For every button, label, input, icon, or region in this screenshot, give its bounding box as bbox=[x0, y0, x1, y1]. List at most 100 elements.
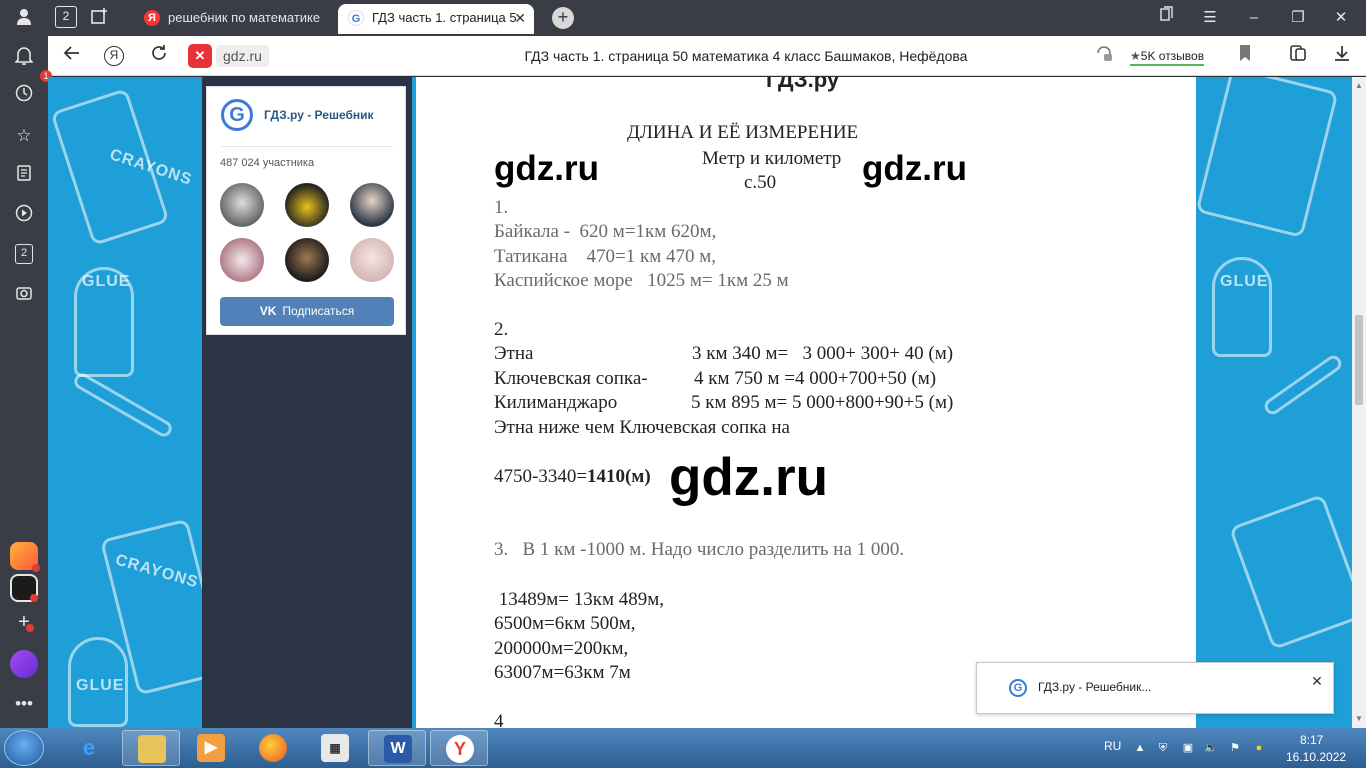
glue-doodle-label: GLUE bbox=[82, 273, 131, 290]
zen-feed-icon[interactable] bbox=[12, 164, 36, 188]
notifications-bell-icon[interactable]: 1 bbox=[12, 46, 52, 82]
language-indicator[interactable]: RU bbox=[1104, 739, 1121, 753]
glue-doodle-label-2: GLUE bbox=[76, 677, 125, 694]
taskbar-word[interactable]: W bbox=[368, 730, 426, 766]
volume-tray-icon[interactable]: 🔈 bbox=[1203, 740, 1219, 756]
watermark-logo: gdz.ru bbox=[862, 149, 967, 188]
star-icon: ★ bbox=[1130, 49, 1141, 63]
mail-alert-dot bbox=[32, 564, 40, 572]
subscribe-label: Подписаться bbox=[282, 304, 355, 318]
antivirus-tray-icon[interactable]: ⛨ bbox=[1155, 740, 1171, 756]
site-header-partial: ГДЗ.ру bbox=[766, 77, 840, 92]
taskbar-yandex-browser[interactable]: Y bbox=[430, 730, 488, 766]
screenshot-camera-icon[interactable] bbox=[12, 284, 36, 308]
task-1-line: Байкала - 620 м=1км 620м, bbox=[494, 221, 717, 242]
avatar[interactable] bbox=[285, 238, 329, 282]
tab-counter-icon[interactable]: 2 bbox=[55, 6, 77, 28]
page-title[interactable]: ГДЗ часть 1. страница 50 математика 4 кл… bbox=[482, 36, 1010, 76]
vk-logo-icon: VK bbox=[259, 304, 277, 318]
task-2-conclusion: Этна ниже чем Ключевская сопка на bbox=[494, 417, 790, 438]
bookmark-icon[interactable] bbox=[1233, 44, 1257, 68]
popup-close-icon[interactable]: ✕ bbox=[1307, 671, 1327, 691]
task-3-line: 13489м= 13км 489м, bbox=[494, 589, 665, 610]
task-2-calc: 4750-3340=1410(м) bbox=[494, 466, 651, 488]
tab-reshebnik[interactable]: Я решебник по математике bbox=[134, 4, 334, 34]
web-page: CRAYONS GLUE CRAYONS GLUE GLUE G ГДЗ.ру … bbox=[48, 77, 1352, 728]
alice-assistant-icon[interactable] bbox=[10, 650, 38, 678]
task-2-name: Этна bbox=[494, 343, 534, 364]
avatar[interactable] bbox=[220, 183, 264, 227]
tabs-counter-icon[interactable]: 2 bbox=[15, 244, 33, 264]
avatar[interactable] bbox=[220, 238, 264, 282]
gdz-logo-icon[interactable]: G bbox=[221, 99, 253, 131]
close-window-icon[interactable]: ✕ bbox=[1328, 6, 1354, 30]
vk-divider bbox=[221, 146, 393, 147]
history-clock-icon[interactable] bbox=[12, 84, 36, 108]
collections-icon[interactable] bbox=[1286, 44, 1310, 68]
taskbar-firefox[interactable] bbox=[244, 730, 302, 766]
bookmarks-panel-icon[interactable] bbox=[1153, 6, 1179, 30]
minimize-icon[interactable]: – bbox=[1241, 6, 1267, 30]
tab-counter: 2 bbox=[62, 9, 70, 23]
tab-title: решебник по математике bbox=[168, 10, 321, 25]
task-2-number: 2. bbox=[494, 319, 509, 340]
avatar[interactable] bbox=[350, 183, 394, 227]
taskbar-media-player[interactable]: ▶ bbox=[182, 730, 240, 766]
profile-icon[interactable] bbox=[12, 6, 36, 30]
tab-collections-icon[interactable] bbox=[88, 6, 112, 30]
start-button[interactable] bbox=[4, 730, 44, 766]
extensions-icon[interactable]: 2 bbox=[1092, 44, 1116, 72]
avatar[interactable] bbox=[285, 183, 329, 227]
firefox-icon bbox=[259, 734, 287, 762]
taskbar-calculator[interactable]: ▦ bbox=[306, 730, 364, 766]
more-options-icon[interactable]: ••• bbox=[12, 692, 36, 716]
task-3-line: 3. В 1 км -1000 м. Надо число разделить … bbox=[494, 539, 904, 561]
taskbar-explorer[interactable] bbox=[122, 730, 180, 766]
task-4-number: 4 bbox=[494, 711, 504, 728]
task-2-value: 5 км 895 м= 5 000+800+90+5 (м) bbox=[691, 392, 954, 413]
music-app-icon[interactable] bbox=[10, 574, 38, 602]
download-icon[interactable] bbox=[1330, 44, 1354, 68]
restore-icon[interactable]: ❐ bbox=[1285, 6, 1311, 30]
action-center-flag-icon[interactable]: ⚑ bbox=[1227, 740, 1243, 756]
network-tray-icon[interactable]: ▣ bbox=[1180, 740, 1196, 756]
paint-brush-doodle-icon bbox=[71, 370, 175, 440]
task-2-value: 4 км 750 м =4 000+700+50 (м) bbox=[694, 368, 937, 389]
mail-app-icon[interactable] bbox=[10, 542, 40, 572]
task-1-number: 1. bbox=[494, 197, 509, 218]
taskbar-ie[interactable]: e bbox=[60, 730, 118, 766]
vk-group-name[interactable]: ГДЗ.ру - Решебник bbox=[264, 108, 374, 122]
domain-chip[interactable]: gdz.ru bbox=[216, 45, 269, 67]
new-tab-button[interactable]: + bbox=[552, 7, 574, 29]
avatar[interactable] bbox=[350, 238, 394, 282]
pushpin-doodle-icon bbox=[1261, 352, 1345, 418]
scroll-up-icon[interactable]: ▲ bbox=[1354, 81, 1364, 91]
tab-gdz[interactable]: G ГДЗ часть 1. страница 5 ✕ bbox=[338, 4, 534, 34]
add-app-icon[interactable]: + bbox=[12, 610, 36, 634]
favorites-star-icon[interactable]: ☆ bbox=[12, 124, 36, 148]
reviews-badge[interactable]: ★5K отзывов bbox=[1130, 46, 1205, 66]
task-2-value: 3 км 340 м= 3 000+ 300+ 40 (м) bbox=[692, 343, 954, 364]
task-1-line: Каспийское море 1025 м= 1км 25 м bbox=[494, 270, 789, 291]
yandex-home-icon[interactable]: Я bbox=[104, 46, 124, 66]
task-3-line: 63007м=63км 7м bbox=[494, 662, 631, 683]
section-subheading: Метр и километр bbox=[702, 148, 842, 169]
notification-popup[interactable]: G ГДЗ.ру - Решебник... ✕ bbox=[976, 662, 1334, 714]
video-play-icon[interactable] bbox=[12, 204, 36, 228]
subscribe-button[interactable]: VK Подписаться bbox=[220, 297, 394, 326]
clock-date[interactable]: 16.10.2022 bbox=[1286, 750, 1346, 764]
clock-time[interactable]: 8:17 bbox=[1300, 733, 1323, 747]
menu-icon[interactable]: ☰ bbox=[1197, 6, 1223, 30]
reload-icon[interactable] bbox=[147, 44, 171, 68]
page-scrollbar[interactable]: ▲ ▼ bbox=[1352, 77, 1366, 728]
section-heading: ДЛИНА И ЕЁ ИЗМЕРЕНИЕ bbox=[627, 122, 859, 143]
task-2-name: Ключевская сопка- bbox=[494, 368, 648, 389]
scroll-thumb[interactable] bbox=[1355, 315, 1363, 405]
popup-text[interactable]: ГДЗ.ру - Решебник... bbox=[1038, 680, 1151, 694]
close-tab-icon[interactable]: ✕ bbox=[514, 4, 526, 32]
site-protect-icon[interactable]: ✕ bbox=[188, 44, 212, 68]
yandex-disk-tray-icon[interactable]: ● bbox=[1251, 740, 1267, 756]
scroll-down-icon[interactable]: ▼ bbox=[1354, 714, 1364, 724]
back-arrow-icon[interactable] bbox=[60, 44, 84, 68]
show-hidden-icons-icon[interactable]: ▲ bbox=[1132, 740, 1148, 756]
